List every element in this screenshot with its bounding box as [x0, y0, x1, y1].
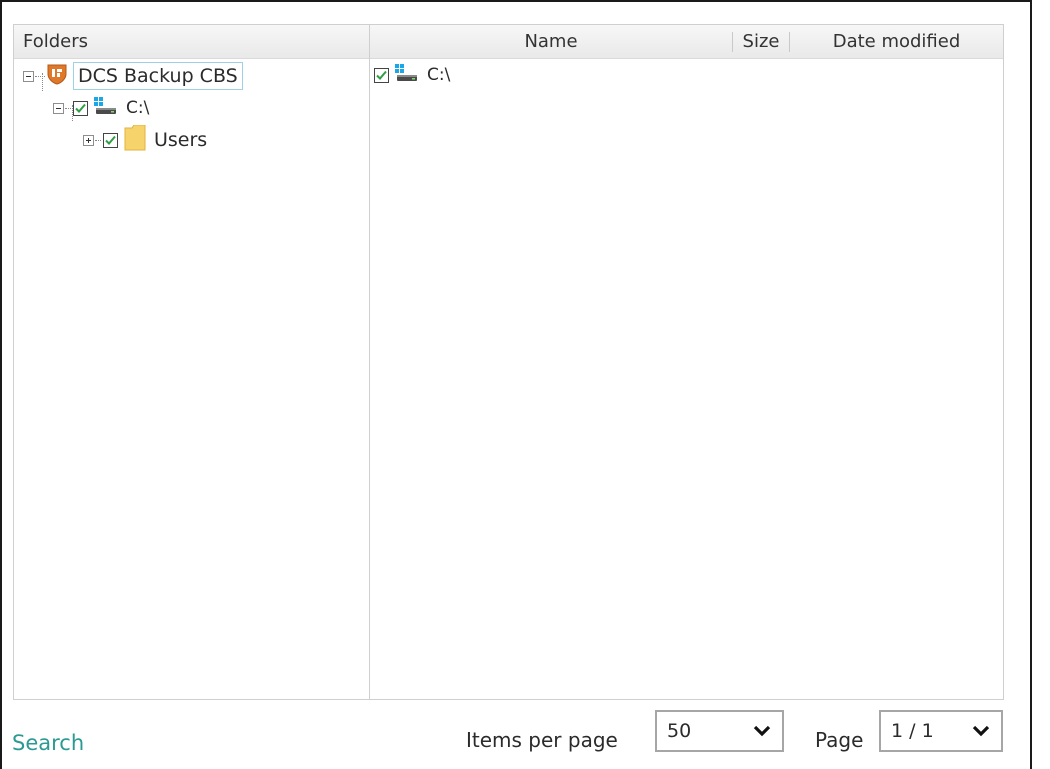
expand-toggle[interactable] — [83, 134, 94, 146]
file-list-row[interactable]: C:\ — [374, 63, 450, 87]
tree-node-folder[interactable]: Users — [83, 124, 208, 156]
page-label: Page — [815, 728, 864, 752]
items-per-page-select[interactable]: 50 — [655, 710, 784, 752]
tree-node-root[interactable]: DCS Backup CBS — [23, 61, 243, 91]
collapse-toggle[interactable] — [23, 70, 34, 82]
backup-set-shield-icon — [47, 63, 67, 90]
row-checkbox[interactable] — [374, 67, 389, 83]
tree-node-label-selected[interactable]: DCS Backup CBS — [73, 62, 243, 90]
folder-checkbox[interactable] — [103, 132, 118, 148]
tree-node-drive[interactable]: C:\ — [53, 93, 149, 123]
chevron-down-icon — [969, 725, 993, 737]
drive-label: C:\ — [126, 98, 150, 118]
windows-drive-icon — [94, 96, 118, 120]
collapse-toggle[interactable] — [53, 102, 64, 114]
page-select[interactable]: 1 / 1 — [879, 710, 1003, 752]
chevron-down-icon — [750, 725, 774, 737]
folders-header: Folders — [14, 25, 369, 59]
backup-source-panel: Folders Name Size Date modified DCS Back… — [13, 24, 1004, 700]
page-value: 1 / 1 — [891, 720, 934, 742]
search-link[interactable]: Search — [12, 731, 84, 755]
folder-tree: DCS Backup CBS C:\ Users — [14, 59, 369, 699]
file-name: C:\ — [427, 65, 451, 85]
folder-icon — [124, 124, 146, 156]
drive-checkbox[interactable] — [73, 100, 88, 116]
items-per-page-value: 50 — [667, 720, 692, 742]
windows-drive-icon — [395, 64, 419, 86]
items-per-page-label: Items per page — [466, 728, 618, 752]
file-list: C:\ — [370, 25, 1003, 699]
folder-label: Users — [154, 129, 208, 151]
